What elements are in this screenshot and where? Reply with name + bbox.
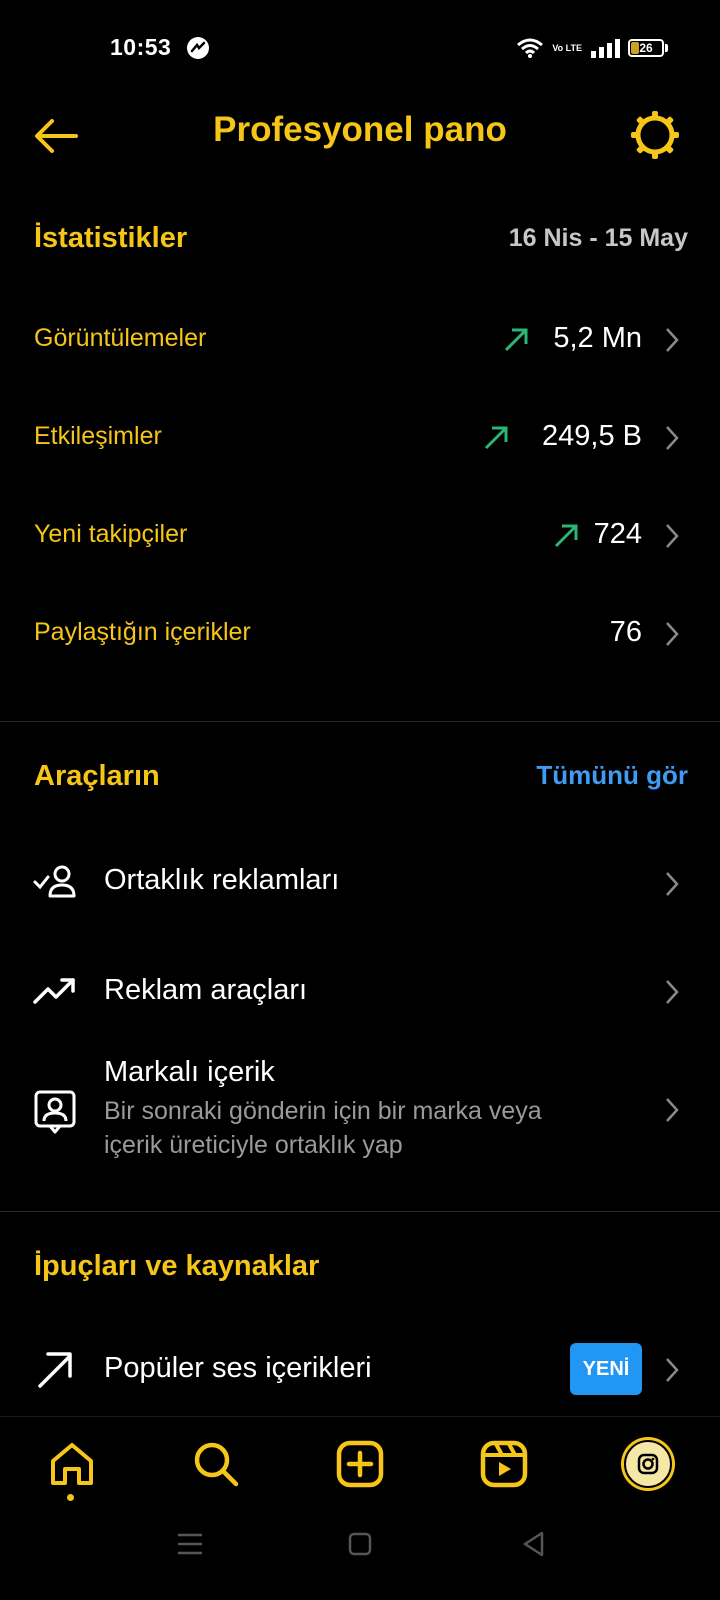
page-title: Profesyonel pano xyxy=(213,110,507,149)
profile-avatar xyxy=(621,1437,675,1491)
trend-up-icon xyxy=(504,328,528,352)
nav-reels[interactable] xyxy=(474,1434,534,1494)
partnership-icon xyxy=(33,865,76,898)
stat-row-views[interactable]: Görüntülemeler 5,2 Mn xyxy=(0,300,720,380)
create-icon xyxy=(336,1440,384,1488)
battery-cap xyxy=(665,44,668,52)
settings-gear-icon[interactable] xyxy=(628,108,682,162)
stat-label: Paylaştığın içerikler xyxy=(34,618,251,646)
stat-label: Yeni takipçiler xyxy=(34,520,188,548)
status-time: 10:53 xyxy=(110,34,172,60)
chevron-right-icon xyxy=(666,1358,679,1382)
tool-branded-content[interactable]: Markalı içerik Bir sonraki gönderin için… xyxy=(0,1050,720,1180)
nav-home[interactable] xyxy=(42,1434,102,1494)
new-badge: YENİ xyxy=(570,1343,642,1395)
chevron-right-icon xyxy=(666,1098,679,1122)
camera-icon xyxy=(637,1453,659,1475)
square-home-icon[interactable] xyxy=(348,1532,372,1556)
section-divider xyxy=(0,1211,720,1212)
reels-icon xyxy=(480,1440,528,1488)
chevron-right-icon xyxy=(666,980,679,1004)
stat-value: 76 xyxy=(609,616,642,648)
see-all-link[interactable]: Tümünü gör xyxy=(536,760,688,791)
tool-partnership-ads[interactable]: Ortaklık reklamları xyxy=(0,840,720,930)
system-navigation xyxy=(0,1530,720,1590)
stat-label: Etkileşimler xyxy=(34,422,162,450)
chevron-right-icon xyxy=(666,524,679,548)
bottom-nav xyxy=(0,1418,720,1518)
stat-value: 724 xyxy=(593,518,642,550)
stats-section-title: İstatistikler xyxy=(34,222,188,254)
menu-icon[interactable] xyxy=(176,1530,204,1558)
volte-label: Vo LTE xyxy=(552,43,582,53)
nav-profile[interactable] xyxy=(618,1434,678,1494)
stat-row-new-followers[interactable]: Yeni takipçiler 724 xyxy=(0,496,720,576)
chevron-right-icon xyxy=(666,426,679,450)
trend-up-icon xyxy=(554,524,578,548)
battery-icon: 26 xyxy=(628,39,664,57)
wifi-icon xyxy=(517,38,544,58)
back-triangle-icon[interactable] xyxy=(520,1530,548,1558)
stat-value: 249,5 B xyxy=(542,420,642,452)
battery-level: 26 xyxy=(639,41,653,55)
tools-section-title: Araçların xyxy=(34,760,160,792)
signal-icon xyxy=(591,39,620,58)
nav-create[interactable] xyxy=(330,1434,390,1494)
tips-section-title: İpuçları ve kaynaklar xyxy=(34,1250,320,1282)
nav-search[interactable] xyxy=(186,1434,246,1494)
stat-label: Görüntülemeler xyxy=(34,324,207,352)
trend-up-icon xyxy=(484,426,508,450)
tool-subtitle: Bir sonraki gönderin için bir marka veya… xyxy=(104,1097,542,1159)
nav-divider xyxy=(0,1416,720,1417)
date-range[interactable]: 16 Nis - 15 May xyxy=(509,224,688,253)
home-icon xyxy=(51,1443,93,1485)
tool-label: Popüler ses içerikleri xyxy=(104,1352,372,1384)
chevron-right-icon xyxy=(666,872,679,896)
arrow-up-right-icon xyxy=(38,1352,72,1388)
avatar-logo xyxy=(624,1440,672,1488)
tip-popular-audio[interactable]: Popüler ses içerikleri YENİ xyxy=(0,1326,720,1416)
stat-value: 5,2 Mn xyxy=(553,322,642,354)
chevron-right-icon xyxy=(666,622,679,646)
tool-label: Reklam araçları xyxy=(104,974,308,1006)
home-active-dot xyxy=(67,1494,74,1501)
tool-label: Markalı içerik xyxy=(104,1056,275,1088)
section-divider xyxy=(0,721,720,722)
chevron-right-icon xyxy=(666,328,679,352)
stat-row-shared-content[interactable]: Paylaştığın içerikler 76 xyxy=(0,594,720,674)
branded-content-icon xyxy=(34,1090,76,1134)
search-icon xyxy=(194,1442,239,1487)
tool-ad-tools[interactable]: Reklam araçları xyxy=(0,948,720,1038)
stat-row-interactions[interactable]: Etkileşimler 249,5 B xyxy=(0,398,720,478)
carrier-icon xyxy=(187,37,209,59)
tool-label: Ortaklık reklamları xyxy=(104,864,340,896)
status-indicators: Vo LTE 26 xyxy=(516,34,668,62)
trending-up-icon xyxy=(33,978,75,1004)
